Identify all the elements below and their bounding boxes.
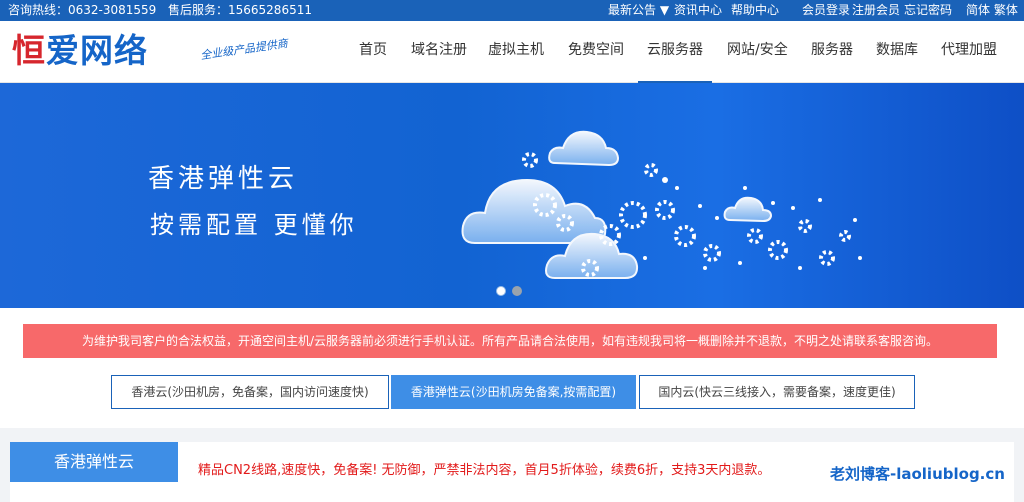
help-link[interactable]: 帮助中心 (731, 3, 779, 18)
logo-tagline: 全业级产品提供商 (199, 36, 289, 63)
tab-domestic-cloud[interactable]: 国内云(快云三线接入，需要备案，速度更佳) (639, 375, 915, 409)
language-switch[interactable]: 简体 繁体 (966, 3, 1018, 18)
nav-virtual-host[interactable]: 虚拟主机 (488, 21, 544, 83)
nav-server[interactable]: 服务器 (811, 21, 853, 83)
top-bar: 咨询热线：0632-3081559 售后服务：15665286511 最新公告 … (0, 0, 1024, 21)
product-title: 香港弹性云 (10, 442, 178, 482)
carousel-dot-1[interactable] (496, 286, 506, 296)
nav-home[interactable]: 首页 (359, 21, 387, 83)
announcement-link[interactable]: 最新公告 ▼ (608, 3, 669, 18)
logo[interactable]: 恒爱网络 (12, 31, 148, 71)
forgot-password-link[interactable]: 忘记密码 (904, 3, 952, 18)
register-link[interactable]: 注册会员 (852, 3, 900, 18)
nav-web-security[interactable]: 网站/安全 (727, 21, 788, 83)
chevron-down-icon: ▼ (659, 3, 670, 17)
nav-cloud-server[interactable]: 云服务器 (638, 21, 712, 83)
nav-agent[interactable]: 代理加盟 (941, 21, 997, 83)
tab-hk-cloud[interactable]: 香港云(沙田机房，免备案，国内访问速度快) (111, 375, 389, 409)
hotline-text: 咨询热线：0632-3081559 (8, 3, 157, 17)
login-link[interactable]: 会员登录 (802, 3, 850, 18)
hero-banner[interactable]: 香港弹性云 按需配置 更懂你 (0, 83, 1024, 308)
logo-mark: 恒 (12, 31, 46, 70)
announcement-label: 最新公告 (608, 3, 657, 17)
notice-bar: 为维护我司客户的合法权益，开通空间主机/云服务器前必须进行手机认证。所有产品请合… (23, 324, 997, 358)
banner-title: 香港弹性云 (148, 164, 299, 194)
cloud-gears-illustration (461, 130, 862, 279)
header: 恒爱网络 全业级产品提供商 首页 域名注册 虚拟主机 免费空间 云服务器 网站/… (0, 21, 1024, 83)
watermark-text: 老刘博客-laoliublog.cn (830, 465, 1005, 483)
nav-free-space[interactable]: 免费空间 (568, 21, 624, 83)
tab-hk-elastic-cloud[interactable]: 香港弹性云(沙田机房免备案,按需配置) (391, 375, 636, 409)
carousel-dot-2[interactable] (512, 286, 522, 296)
aftersale-text: 售后服务：15665286511 (168, 3, 312, 17)
banner-subtitle: 按需配置 更懂你 (150, 211, 358, 239)
nav-domain[interactable]: 域名注册 (411, 21, 467, 83)
news-link[interactable]: 资讯中心 (674, 3, 722, 18)
nav-database[interactable]: 数据库 (876, 21, 918, 83)
product-promo: 精品CN2线路,速度快，免备案! 无防御，严禁非法内容，首月5折体验，续费6折，… (198, 463, 771, 478)
logo-text: 爱网络 (46, 31, 148, 70)
